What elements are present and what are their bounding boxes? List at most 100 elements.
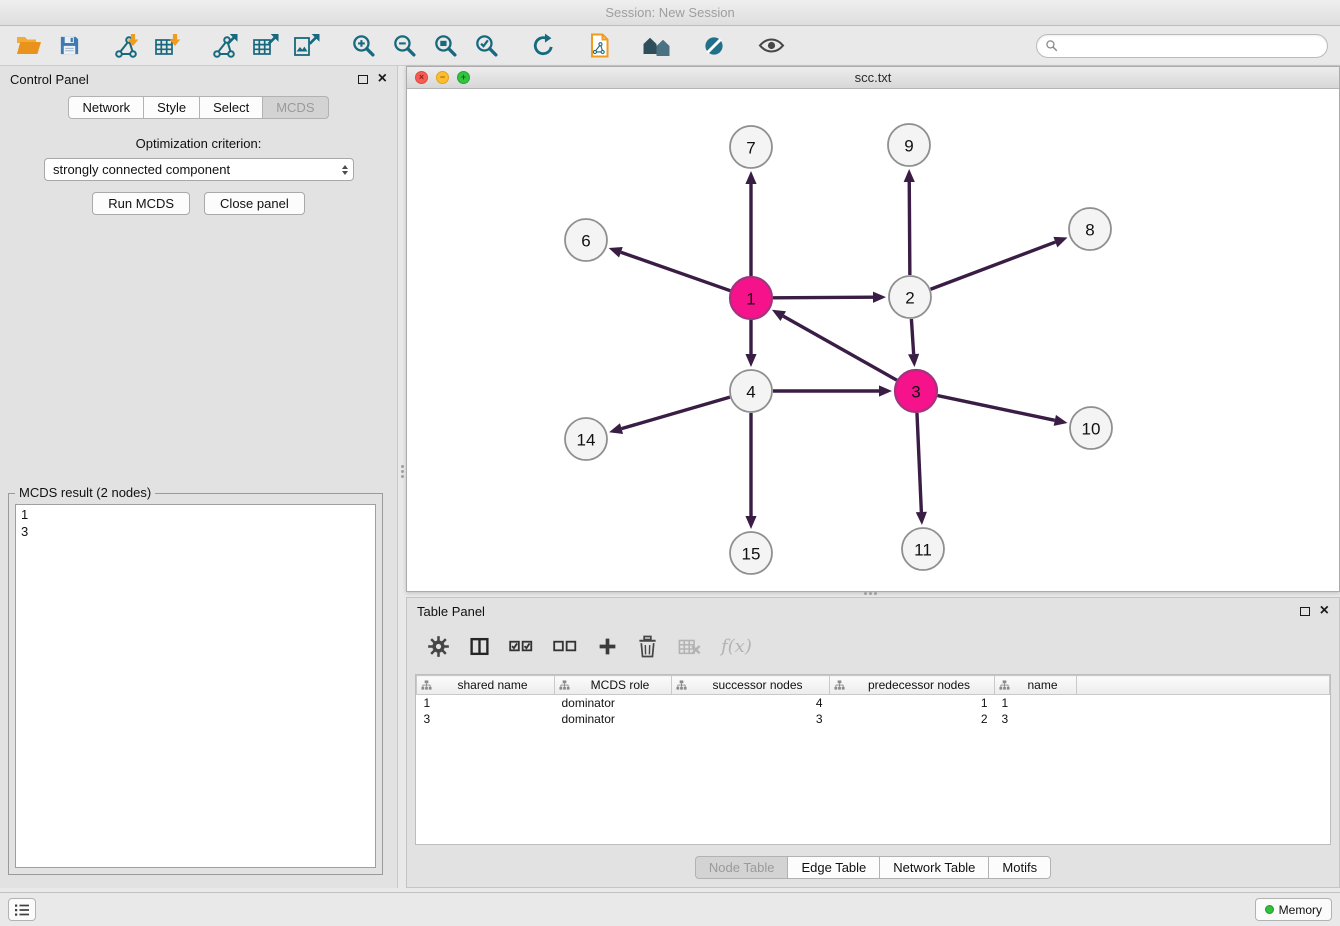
window-minimize-icon[interactable]: − [436, 71, 449, 84]
open-session-button[interactable] [12, 31, 44, 61]
open-network-file-button[interactable] [584, 31, 616, 61]
graph-edge-3-10[interactable] [938, 396, 1068, 426]
split-columns-button[interactable] [469, 636, 490, 657]
graph-node-2[interactable]: 2 [889, 276, 931, 318]
show-hide-panels-button[interactable] [755, 31, 787, 61]
graph-edge-1-7[interactable] [745, 171, 756, 276]
table-row[interactable]: 1dominator411 [417, 695, 1330, 712]
add-column-button[interactable] [597, 636, 618, 657]
style-preview-button[interactable] [698, 31, 730, 61]
delete-column-button[interactable] [637, 635, 658, 658]
graph-node-14[interactable]: 14 [565, 418, 607, 460]
close-panel-icon[interactable]: × [378, 71, 387, 87]
settings-gear-button[interactable] [427, 635, 450, 658]
export-network-button[interactable] [208, 31, 240, 61]
vertical-splitter-grip[interactable] [398, 458, 406, 484]
column-header-successor-nodes[interactable]: successor nodes [672, 676, 830, 695]
table-cell[interactable]: 3 [672, 711, 830, 727]
graph-node-11[interactable]: 11 [902, 528, 944, 570]
graph-edge-4-15[interactable] [745, 413, 756, 529]
zoom-out-button[interactable] [388, 31, 420, 61]
column-header-name[interactable]: name [995, 676, 1077, 695]
table-tab-motifs[interactable]: Motifs [988, 856, 1051, 879]
mcds-result-title: MCDS result (2 nodes) [15, 485, 155, 500]
table-tab-edge-table[interactable]: Edge Table [787, 856, 880, 879]
deselect-all-columns-button[interactable] [553, 635, 578, 658]
table-cell[interactable]: dominator [555, 695, 672, 712]
table-cell[interactable]: 1 [995, 695, 1077, 712]
close-panel-button[interactable]: Close panel [204, 192, 305, 215]
memory-button[interactable]: Memory [1255, 898, 1332, 921]
network-overview-button[interactable] [641, 31, 673, 61]
import-network-button[interactable] [110, 31, 142, 61]
graph-edge-1-2[interactable] [773, 292, 886, 303]
graph-node-9[interactable]: 9 [888, 124, 930, 166]
graph-edge-3-11[interactable] [916, 413, 927, 525]
window-zoom-icon[interactable]: + [457, 71, 470, 84]
graph-edge-2-9[interactable] [904, 169, 915, 275]
export-image-button[interactable] [290, 31, 322, 61]
graph-node-1[interactable]: 1 [730, 277, 772, 319]
import-table-button[interactable] [151, 31, 183, 61]
tab-select[interactable]: Select [199, 96, 263, 119]
graph-edge-2-8[interactable] [931, 237, 1068, 289]
tab-network[interactable]: Network [68, 96, 144, 119]
tab-style[interactable]: Style [143, 96, 200, 119]
graph-node-4[interactable]: 4 [730, 370, 772, 412]
search-box[interactable] [1036, 34, 1328, 58]
table-cell[interactable]: 4 [672, 695, 830, 712]
graph-node-7[interactable]: 7 [730, 126, 772, 168]
mcds-result-node[interactable]: 1 [21, 506, 370, 523]
svg-text:1: 1 [746, 290, 755, 309]
table-cell[interactable]: 3 [417, 711, 555, 727]
column-header-predecessor-nodes[interactable]: predecessor nodes [830, 676, 995, 695]
graph-edge-3-1[interactable] [772, 310, 897, 380]
search-input[interactable] [1064, 39, 1319, 53]
table-tab-network-table[interactable]: Network Table [879, 856, 989, 879]
graph-edge-4-14[interactable] [609, 397, 730, 434]
mcds-result-group: MCDS result (2 nodes) 13 [8, 493, 383, 875]
network-window-titlebar[interactable]: × − + scc.txt [407, 67, 1339, 89]
graph-edge-2-3[interactable] [908, 319, 919, 367]
table-cell[interactable]: 3 [995, 711, 1077, 727]
table-cell-filler [1077, 711, 1330, 727]
refresh-layout-button[interactable] [527, 31, 559, 61]
control-panel-header: Control Panel × [0, 66, 397, 92]
table-toolbar: f(x) [407, 624, 1339, 668]
network-canvas[interactable]: 7 9 6 8 1 2 4 3 14 10 15 11 [407, 89, 1339, 591]
table-cell[interactable]: dominator [555, 711, 672, 727]
table-tab-node-table[interactable]: Node Table [695, 856, 789, 879]
tab-mcds[interactable]: MCDS [262, 96, 328, 119]
float-table-panel-icon[interactable] [1300, 607, 1310, 616]
status-list-button[interactable] [8, 898, 36, 921]
optimization-label: Optimization criterion: [0, 136, 397, 151]
export-table-button[interactable] [249, 31, 281, 61]
graph-node-8[interactable]: 8 [1069, 208, 1111, 250]
graph-node-15[interactable]: 15 [730, 532, 772, 574]
column-header-shared-name[interactable]: shared name [417, 676, 555, 695]
mcds-result-list[interactable]: 13 [15, 504, 376, 868]
graph-node-6[interactable]: 6 [565, 219, 607, 261]
criterion-select[interactable]: strongly connected component [44, 158, 354, 181]
graph-node-3[interactable]: 3 [895, 370, 937, 412]
graph-node-10[interactable]: 10 [1070, 407, 1112, 449]
zoom-fit-button[interactable] [429, 31, 461, 61]
save-session-button[interactable] [53, 31, 85, 61]
graph-edge-1-4[interactable] [745, 320, 756, 367]
column-header-mcds-role[interactable]: MCDS role [555, 676, 672, 695]
table-row[interactable]: 3dominator323 [417, 711, 1330, 727]
graph-edge-4-3[interactable] [773, 385, 892, 396]
zoom-in-button[interactable] [347, 31, 379, 61]
float-panel-icon[interactable] [358, 75, 368, 84]
zoom-selected-button[interactable] [470, 31, 502, 61]
table-cell[interactable]: 1 [417, 695, 555, 712]
window-close-icon[interactable]: × [415, 71, 428, 84]
graph-edge-1-6[interactable] [609, 247, 731, 291]
horizontal-splitter-grip[interactable] [856, 590, 884, 596]
table-cell[interactable]: 2 [830, 711, 995, 727]
select-all-columns-button[interactable] [509, 635, 534, 658]
table-cell[interactable]: 1 [830, 695, 995, 712]
close-table-panel-icon[interactable]: × [1320, 603, 1329, 619]
run-mcds-button[interactable]: Run MCDS [92, 192, 190, 215]
mcds-result-node[interactable]: 3 [21, 523, 370, 540]
